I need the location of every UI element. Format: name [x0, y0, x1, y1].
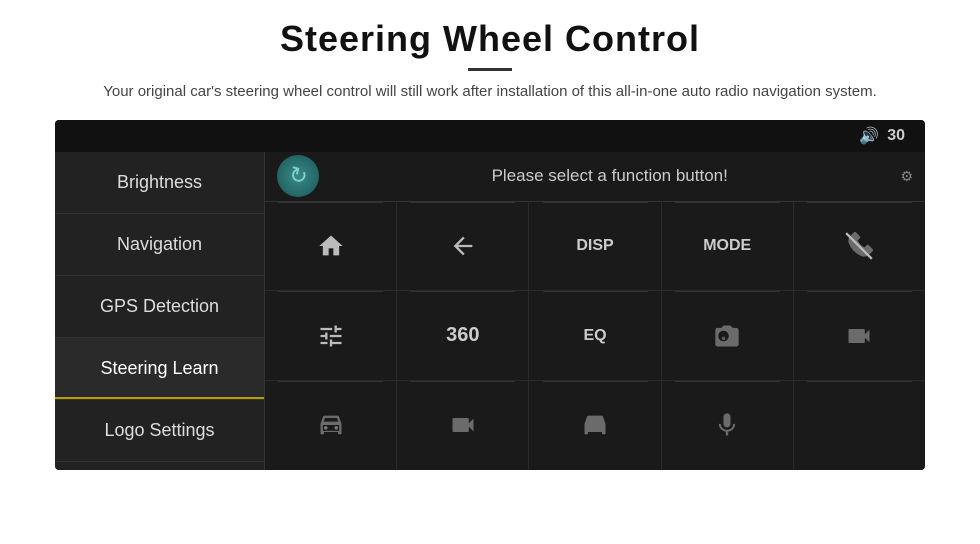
refresh-icon: ↻ [286, 161, 311, 191]
car2-button[interactable] [397, 381, 529, 470]
page-subtitle: Your original car's steering wheel contr… [60, 81, 920, 104]
function-label: Please select a function button! [335, 166, 884, 186]
back-icon [449, 232, 477, 260]
volume-icon: 🔊 [859, 126, 879, 146]
disp-button[interactable]: DISP [529, 202, 661, 291]
tune-button[interactable] [265, 291, 397, 380]
refresh-button[interactable]: ↻ [277, 155, 319, 197]
sidebar-item-steering-learn[interactable]: Steering Learn [55, 338, 264, 400]
title-divider [468, 68, 512, 71]
home-icon [317, 232, 345, 260]
mode-label: MODE [703, 237, 751, 255]
360-button[interactable]: 360 [397, 291, 529, 380]
mode-button[interactable]: MODE [662, 202, 794, 291]
back-button[interactable] [397, 202, 529, 291]
sidebar-item-logo-settings[interactable]: Logo Settings [55, 400, 264, 462]
camera2-icon [845, 322, 873, 350]
360-label: 360 [446, 324, 479, 347]
buttons-grid: DISP MODE [265, 202, 925, 470]
button-row-3 [265, 381, 925, 470]
empty-button [794, 381, 925, 470]
car-icon [317, 411, 345, 439]
main-content: ↻ Please select a function button! ⚙ [265, 152, 925, 470]
page-header: Steering Wheel Control Your original car… [0, 0, 980, 114]
mic-button[interactable] [662, 381, 794, 470]
sidebar-item-navigation[interactable]: Navigation [55, 214, 264, 276]
car-button[interactable] [265, 381, 397, 470]
corner-icon: ⚙ [900, 168, 913, 185]
sidebar: Brightness Navigation GPS Detection Stee… [55, 152, 265, 470]
function-bar: ↻ Please select a function button! ⚙ [265, 152, 925, 202]
tune-icon [317, 322, 345, 350]
camera2-button[interactable] [794, 291, 925, 380]
home-button[interactable] [265, 202, 397, 291]
mic-icon [713, 411, 741, 439]
camera-button[interactable] [662, 291, 794, 380]
car3-icon [581, 411, 609, 439]
sidebar-item-brightness[interactable]: Brightness [55, 152, 264, 214]
phone-off-icon [845, 232, 873, 260]
camera-icon [713, 322, 741, 350]
disp-label: DISP [576, 237, 613, 255]
car3-button[interactable] [529, 381, 661, 470]
button-row-1: DISP MODE [265, 202, 925, 292]
screen-topbar: 🔊 30 [55, 120, 925, 152]
sidebar-item-gps-detection[interactable]: GPS Detection [55, 276, 264, 338]
volume-level: 30 [887, 127, 905, 145]
car-screen: 🔊 30 Brightness Navigation GPS Detection… [55, 120, 925, 470]
button-row-2: 360 EQ [265, 291, 925, 381]
car2-icon [449, 411, 477, 439]
screen-body: Brightness Navigation GPS Detection Stee… [55, 152, 925, 470]
eq-label: EQ [583, 327, 606, 345]
eq-button[interactable]: EQ [529, 291, 661, 380]
page-title: Steering Wheel Control [60, 18, 920, 60]
phone-off-button[interactable] [794, 202, 925, 291]
